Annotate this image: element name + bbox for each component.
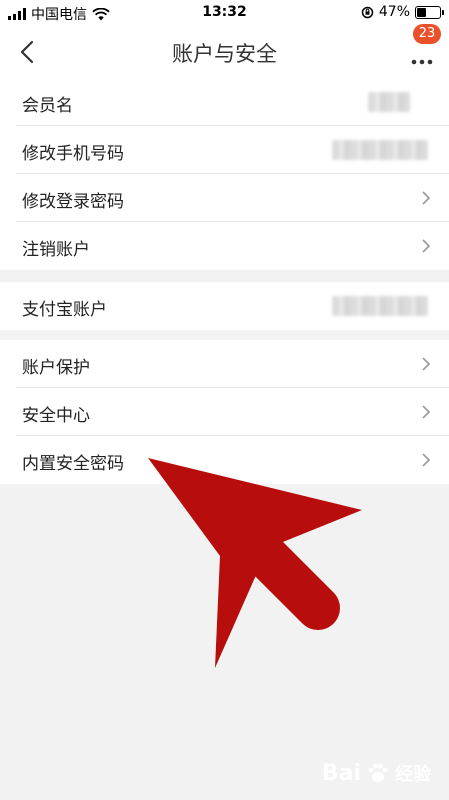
watermark-text: Bai — [321, 760, 361, 786]
annotation-arrow — [148, 458, 362, 668]
watermark-suffix: 经验 — [395, 764, 431, 785]
paw-logo-icon — [368, 763, 388, 782]
baidu-watermark: Bai 经验 — [322, 760, 431, 786]
